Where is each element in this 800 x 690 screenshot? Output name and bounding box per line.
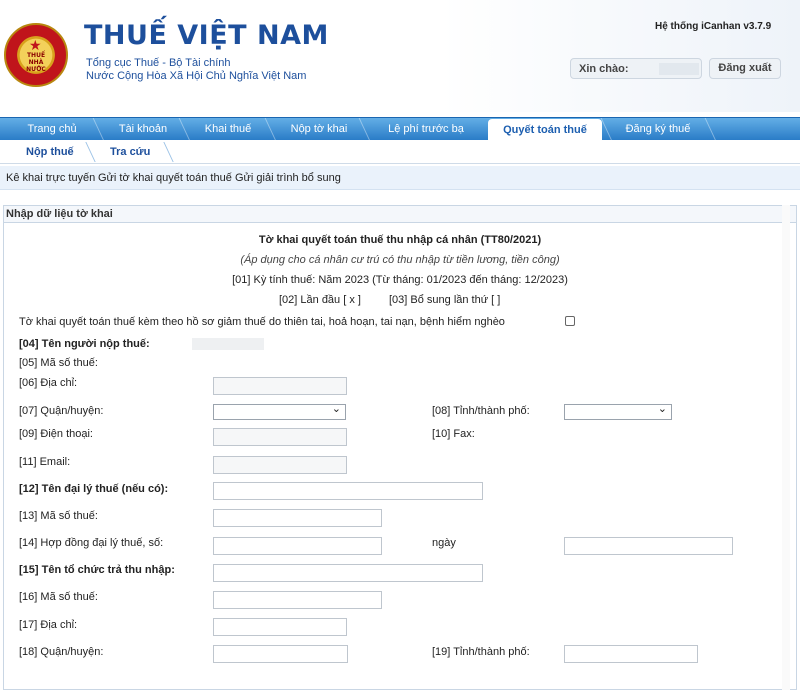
label-district: [07] Quận/huyện: — [19, 405, 104, 417]
disaster-reduction-label: Tờ khai quyết toán thuế kèm theo hồ sơ g… — [19, 316, 505, 328]
label-agent-contract: [14] Hợp đồng đại lý thuế, số: — [19, 537, 164, 549]
taxpayer-name-redacted — [192, 338, 264, 350]
crumb-online-declaration[interactable]: Kê khai trực tuyến — [6, 172, 95, 184]
greeting-label: Xin chào: — [579, 63, 629, 75]
system-version: Hệ thống iCanhan v3.7.9 — [655, 21, 772, 32]
label-contract-date: ngày — [432, 537, 456, 549]
label-agent-tax-code: [13] Mã số thuế: — [19, 510, 98, 522]
user-name-redacted — [659, 63, 699, 75]
label-fax: [10] Fax: — [432, 428, 475, 440]
crumb-send-finalization[interactable]: Gửi tờ khai quyết toán thuế — [98, 172, 232, 184]
label-email: [11] Email: — [19, 456, 71, 468]
logo-text: THUẾ NHÀ NƯỚC — [26, 52, 46, 73]
payer-province-input[interactable] — [564, 645, 698, 663]
site-subtitle-ministry: Tổng cục Thuế - Bộ Tài chính — [86, 57, 231, 69]
label-province: [08] Tỉnh/thành phố: — [432, 405, 530, 417]
breadcrumb: Kê khai trực tuyến Gửi tờ khai quyết toá… — [0, 166, 800, 190]
subnav-pay-tax[interactable]: Nộp thuế — [26, 146, 74, 158]
province-select[interactable] — [564, 402, 672, 420]
contract-date-input[interactable] — [564, 537, 733, 555]
label-payer-tax-code: [16] Mã số thuế: — [19, 591, 98, 603]
site-title: THUẾ VIỆT NAM — [84, 20, 329, 51]
payer-tax-code-input[interactable] — [213, 591, 382, 609]
address-input[interactable] — [213, 377, 347, 395]
logout-button[interactable]: Đăng xuất — [709, 58, 781, 79]
email-input[interactable] — [213, 456, 347, 474]
nav-declare-tax[interactable]: Khai thuế — [190, 118, 266, 141]
label-tax-code: [05] Mã số thuế: — [19, 357, 98, 369]
nav-tax-finalization[interactable]: Quyết toán thuế — [488, 119, 602, 141]
agent-tax-code-input[interactable] — [213, 509, 382, 527]
panel-header: Nhập dữ liệu tờ khai — [4, 206, 796, 223]
tax-agent-name-input[interactable] — [213, 482, 483, 500]
crumb-send-explanation[interactable]: Gửi giải trình bổ sung — [235, 172, 341, 184]
agent-contract-number-input[interactable] — [213, 537, 382, 555]
form-title: Tờ khai quyết toán thuế thu nhập cá nhân… — [258, 234, 542, 246]
tax-emblem-logo: ★ THUẾ NHÀ NƯỚC — [4, 23, 68, 87]
main-nav: Trang chủ Tài khoản Khai thuế Nộp tờ kha… — [0, 117, 800, 141]
sub-nav: Nộp thuế Tra cứu — [0, 140, 800, 164]
panel-heading: Nhập dữ liệu tờ khai — [6, 208, 113, 220]
label-taxpayer-name: [04] Tên người nộp thuế: — [19, 338, 150, 350]
phone-input[interactable] — [213, 428, 347, 446]
site-subtitle-country: Nước Cộng Hòa Xã Hội Chủ Nghĩa Việt Nam — [86, 70, 307, 82]
label-tax-agent-name: [12] Tên đại lý thuế (nếu có): — [19, 483, 169, 495]
payer-address-input[interactable] — [213, 618, 347, 636]
income-payer-name-input[interactable] — [213, 564, 483, 582]
label-phone: [09] Điện thoại: — [19, 428, 93, 440]
tax-period: [01] Kỳ tính thuế: Năm 2023 (Từ tháng: 0… — [232, 274, 568, 286]
disaster-reduction-checkbox[interactable] — [565, 316, 575, 326]
nav-tax-registration[interactable]: Đăng ký thuế — [612, 118, 704, 141]
label-address: [06] Địa chỉ: — [19, 377, 78, 389]
supplement-flag: [03] Bổ sung lần thứ [ ] — [389, 294, 501, 306]
subnav-lookup[interactable]: Tra cứu — [110, 146, 150, 158]
first-time-flag: [02] Lần đầu [ x ] — [279, 294, 361, 306]
nav-submit-declaration[interactable]: Nộp tờ khai — [276, 118, 362, 141]
label-income-payer-name: [15] Tên tổ chức trả thu nhập: — [19, 564, 175, 576]
payer-district-input[interactable] — [213, 645, 348, 663]
greeting-box: Xin chào: — [570, 58, 702, 79]
page-header: ★ THUẾ NHÀ NƯỚC THUẾ VIỆT NAM Tổng cục T… — [0, 0, 800, 112]
form-note: (Áp dụng cho cá nhân cư trú có thu nhập … — [240, 254, 560, 266]
district-select[interactable] — [213, 402, 346, 420]
label-payer-address: [17] Địa chỉ: — [19, 619, 78, 631]
nav-registration-fee[interactable]: Lệ phí trước bạ — [370, 118, 482, 141]
nav-account[interactable]: Tài khoản — [102, 118, 184, 141]
label-payer-province: [19] Tỉnh/thành phố: — [432, 646, 530, 658]
label-payer-district: [18] Quận/huyện: — [19, 646, 104, 658]
nav-home[interactable]: Trang chủ — [10, 118, 94, 141]
